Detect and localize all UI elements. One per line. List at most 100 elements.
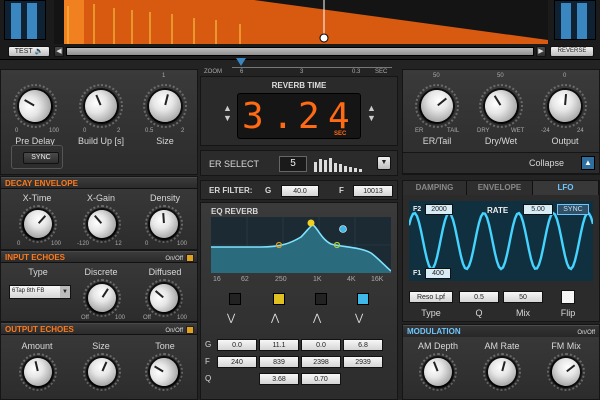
eq-freq-62: 62 — [241, 276, 249, 283]
reverb-time-panel: REVERB TIME 3 . 2 4 SEC ▲ ▼ ▲ ▼ — [200, 76, 398, 146]
eq-f-label: F — [205, 357, 210, 366]
dry-wet-label: Dry/Wet — [484, 136, 518, 146]
digit-dot: . — [272, 96, 294, 137]
f1-field[interactable]: 400 — [425, 268, 451, 279]
tab-damping[interactable]: DAMPING — [403, 181, 467, 195]
input-echoes-title: INPUT ECHOES On/Off — [1, 251, 197, 263]
high-shelf-icon[interactable]: ⋁ — [355, 313, 363, 324]
input-echoes-onoff-label: On/Off — [165, 256, 183, 262]
band-2-enable[interactable] — [273, 293, 285, 305]
low-shelf-icon[interactable]: ⋁ — [227, 313, 235, 324]
filter-type-select[interactable]: Reso Lpf — [409, 291, 453, 303]
speaker-icon: 🔈 — [34, 48, 44, 55]
decay-envelope-display[interactable] — [54, 0, 548, 44]
flip-toggle[interactable] — [561, 290, 575, 304]
reverb-time-display[interactable]: 3 . 2 4 SEC — [237, 93, 361, 139]
er-select-label: ER SELECT — [209, 159, 260, 169]
band-1-enable[interactable] — [229, 293, 241, 305]
digit-2: 2 — [298, 96, 320, 137]
er-filter-bar: ER FILTER: G 40.0 F 10013 — [200, 180, 398, 200]
zoom-tick-0-3: 0.3 — [352, 69, 361, 75]
reverb-time-title: REVERB TIME — [271, 81, 327, 90]
band-4-gain[interactable]: 6.8 — [343, 339, 383, 351]
er-pattern-icon — [314, 158, 362, 172]
tab-lfo[interactable]: LFO — [533, 181, 599, 195]
peak-icon-3[interactable]: ⋀ — [313, 313, 321, 324]
eq-freq-250: 250 — [275, 276, 287, 283]
eq-q-label: Q — [205, 374, 212, 383]
test-button[interactable]: TEST 🔈 — [8, 46, 50, 57]
collapse-bar: Collapse ▲ — [402, 152, 600, 174]
zoom-ruler[interactable] — [232, 62, 392, 68]
rate-label: RATE — [487, 206, 509, 215]
er-select-dropdown[interactable]: ▼ — [377, 156, 391, 170]
band-3-q[interactable]: 0.70 — [301, 373, 341, 385]
test-label: TEST — [14, 48, 33, 55]
output-echoes-toggle[interactable] — [186, 326, 194, 334]
f1-label: F1 — [413, 270, 422, 277]
flip-caption: Flip — [560, 308, 576, 318]
band-3-enable[interactable] — [315, 293, 327, 305]
band-1-freq[interactable]: 240 — [217, 356, 257, 368]
input-echoes-toggle[interactable] — [186, 254, 194, 262]
sync-button[interactable]: SYNC — [23, 152, 59, 164]
er-filter-g-label: G — [265, 186, 272, 195]
reverb-time-stepper-right[interactable]: ▲ ▼ — [367, 103, 376, 123]
echo-type-select[interactable]: 6Tap 8th FB ▼ — [9, 285, 71, 299]
er-tail-label: ER/Tail — [422, 136, 452, 146]
output-echoes-onoff-label: On/Off — [165, 328, 183, 334]
lfo-sync-button[interactable]: SYNC — [557, 204, 589, 215]
band-1-gain[interactable]: 0.0 — [217, 339, 257, 351]
reverb-plugin-window: TEST 🔈 ◀ ▶ REVERSE ZOOM 6 3 0.3 SEC 0 10… — [0, 0, 600, 400]
er-select-value[interactable]: 5 — [279, 156, 307, 172]
type-dropdown-icon: ▼ — [60, 286, 70, 298]
scroll-left-button[interactable]: ◀ — [54, 46, 64, 57]
f2-field[interactable]: 2000 — [425, 204, 453, 215]
eq-curve-display[interactable] — [211, 217, 391, 273]
meter-left — [4, 0, 46, 40]
early-panel: 0 100 Pre Delay 0 2 Build Up [s] 1 0.5 2… — [0, 69, 198, 175]
modulation-onoff-label: On/Off — [577, 330, 595, 336]
rate-field[interactable]: 5.00 — [523, 204, 553, 215]
lfo-mix-field[interactable]: 50 — [503, 291, 543, 303]
eq-title: EQ REVERB — [211, 207, 259, 216]
band-4-freq[interactable]: 2939 — [343, 356, 383, 368]
band-2-freq[interactable]: 839 — [259, 356, 299, 368]
input-echoes-panel: INPUT ECHOES On/Off Type 6Tap 8th FB ▼ D… — [0, 250, 198, 322]
type-caption: Type — [421, 308, 441, 318]
zoom-label: ZOOM — [204, 69, 222, 75]
scroll-right-button[interactable]: ▶ — [536, 46, 546, 57]
collapse-button[interactable]: ▲ — [581, 156, 595, 170]
digit-1: 3 — [242, 96, 264, 137]
output-label: Output — [551, 136, 579, 146]
lfo-panel: DAMPING ENVELOPE LFO F2 2000 RATE 5.00 S… — [402, 180, 600, 322]
am-rate-label: AM Rate — [484, 341, 520, 351]
er-filter-gain-field[interactable]: 40.0 — [281, 185, 319, 197]
reverb-time-unit: SEC — [334, 131, 347, 137]
zoom-tick-3: 3 — [300, 69, 304, 75]
size-label: Size — [156, 136, 174, 146]
modulation-panel: MODULATION On/Off AM Depth AM Rate FM Mi… — [402, 324, 600, 400]
band-4-enable[interactable] — [357, 293, 369, 305]
fm-mix-label: FM Mix — [551, 341, 581, 351]
reverse-button[interactable]: REVERSE — [550, 46, 594, 57]
band-2-gain[interactable]: 11.1 — [259, 339, 299, 351]
am-depth-label: AM Depth — [417, 341, 459, 351]
band-2-q[interactable]: 3.68 — [259, 373, 299, 385]
er-filter-f-label: F — [339, 186, 344, 195]
meter-right — [554, 0, 596, 40]
er-filter-freq-field[interactable]: 10013 — [353, 185, 393, 197]
collapse-label: Collapse — [529, 158, 565, 168]
band-3-gain[interactable]: 0.0 — [301, 339, 341, 351]
eq-g-label: G — [205, 340, 212, 349]
output-echoes-panel: OUTPUT ECHOES On/Off Amount Size Tone — [0, 322, 198, 400]
mix-caption: Mix — [516, 308, 530, 318]
er-select-bar: ER SELECT 5 ▼ — [200, 150, 398, 176]
tab-envelope[interactable]: ENVELOPE — [467, 181, 533, 195]
q-caption: Q — [475, 308, 483, 318]
lfo-q-field[interactable]: 0.5 — [459, 291, 499, 303]
timeline-scrollbar[interactable] — [66, 47, 534, 56]
band-3-freq[interactable]: 2398 — [301, 356, 341, 368]
peak-icon-2[interactable]: ⋀ — [271, 313, 279, 324]
reverb-time-stepper-left[interactable]: ▲ ▼ — [223, 103, 232, 123]
